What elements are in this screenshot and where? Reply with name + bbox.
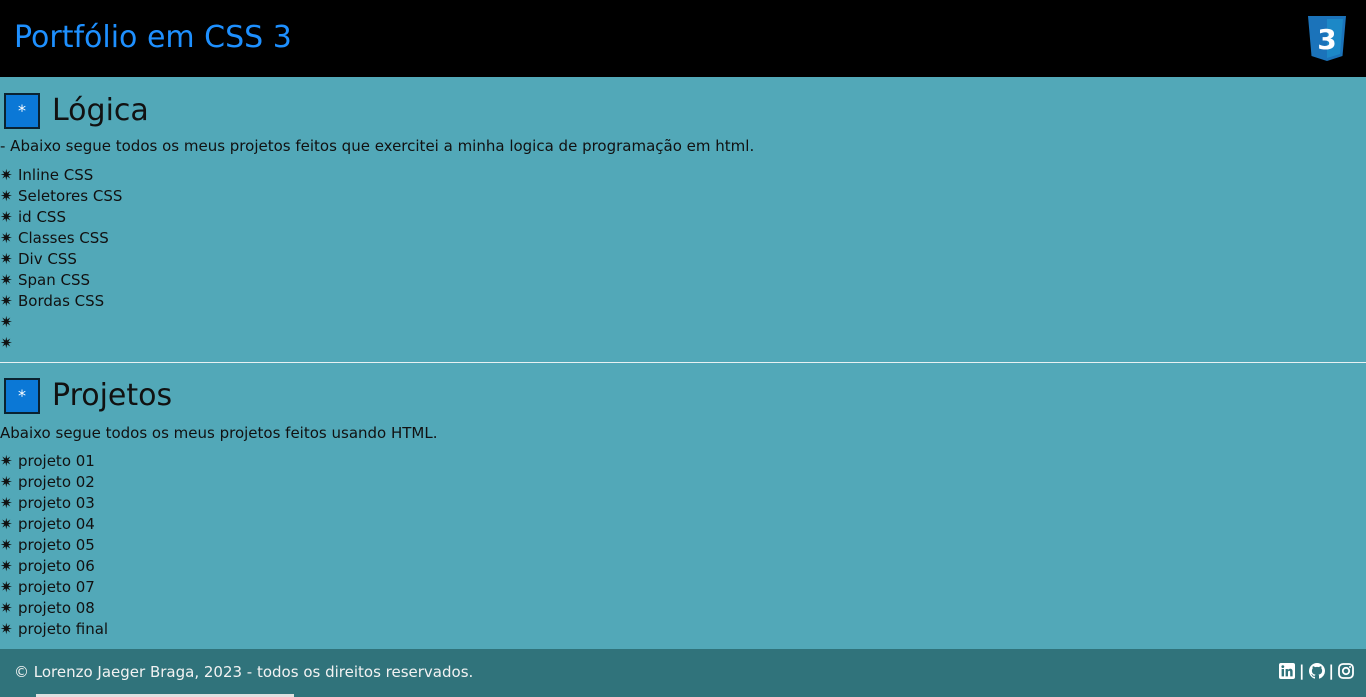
site-footer: © Lorenzo Jaeger Braga, 2023 - todos os … [0, 649, 1366, 697]
list-item[interactable]: ✷ projeto 02 [0, 472, 108, 493]
list-item[interactable]: ✷ Seletores CSS [0, 186, 122, 207]
asterisk-bullet-icon: ✷ [0, 578, 13, 596]
social-links: | | [1279, 662, 1354, 680]
separator: | [1299, 662, 1305, 680]
linkedin-icon[interactable] [1279, 663, 1296, 679]
asterisk-bullet-icon: ✷ [0, 620, 13, 638]
instagram-icon[interactable] [1338, 663, 1354, 679]
list-item[interactable]: ✷ projeto 07 [0, 577, 108, 598]
separator: | [1328, 662, 1334, 680]
list-item[interactable]: ✷ projeto 06 [0, 556, 108, 577]
list-item-label: Inline CSS [18, 166, 94, 184]
star-box-icon: * [4, 93, 40, 129]
asterisk-bullet-icon: ✷ [0, 334, 13, 352]
list-item[interactable]: ✷ id CSS [0, 207, 122, 228]
list-item[interactable]: ✷ Div CSS [0, 249, 122, 270]
list-item-label: projeto 04 [18, 515, 95, 533]
asterisk-bullet-icon: ✷ [0, 452, 13, 470]
list-item-label: Bordas CSS [18, 292, 105, 310]
list-item-label: Div CSS [18, 250, 77, 268]
asterisk-bullet-icon: ✷ [0, 473, 13, 491]
section-title: Projetos [52, 378, 173, 413]
asterisk-bullet-icon: ✷ [0, 166, 13, 184]
list-item[interactable]: ✷ projeto 05 [0, 535, 108, 556]
site-header: Portfólio em CSS 3 3 [0, 0, 1366, 77]
section-heading: * Projetos [4, 376, 172, 416]
asterisk-bullet-icon: ✷ [0, 494, 13, 512]
list-item-label: projeto 05 [18, 536, 95, 554]
css3-icon: 3 [1308, 16, 1346, 61]
list-item[interactable]: ✷ [0, 312, 122, 333]
asterisk-bullet-icon: ✷ [0, 271, 13, 289]
list-item[interactable]: ✷ [0, 333, 122, 354]
list-item[interactable]: ✷ projeto final [0, 619, 108, 640]
list-item[interactable]: ✷ projeto 04 [0, 514, 108, 535]
list-item[interactable]: ✷ projeto 08 [0, 598, 108, 619]
asterisk-bullet-icon: ✷ [0, 187, 13, 205]
list-item-label: projeto 06 [18, 557, 95, 575]
list-item[interactable]: ✷ Bordas CSS [0, 291, 122, 312]
list-item-label: projeto final [18, 620, 109, 638]
asterisk-bullet-icon: ✷ [0, 250, 13, 268]
list-item[interactable]: ✷ projeto 03 [0, 493, 108, 514]
list-item-label: id CSS [18, 208, 66, 226]
page-title: Portfólio em CSS 3 [14, 20, 292, 55]
section-description: Abaixo segue todos os meus projetos feit… [0, 424, 438, 442]
projetos-list: ✷ projeto 01 ✷ projeto 02 ✷ projeto 03 ✷ pro… [0, 451, 108, 640]
list-item[interactable]: ✷ projeto 01 [0, 451, 108, 472]
asterisk-bullet-icon: ✷ [0, 515, 13, 533]
asterisk-bullet-icon: ✷ [0, 229, 13, 247]
main-content: * Lógica - Abaixo segue todos os meus pr… [0, 77, 1366, 649]
asterisk-bullet-icon: ✷ [0, 292, 13, 310]
css3-logo-text: 3 [1317, 23, 1336, 56]
list-item-label: Span CSS [18, 271, 91, 289]
list-item[interactable]: ✷ Inline CSS [0, 165, 122, 186]
list-item-label: Seletores CSS [18, 187, 123, 205]
github-icon[interactable] [1308, 663, 1325, 679]
section-divider [0, 362, 1366, 363]
asterisk-bullet-icon: ✷ [0, 313, 13, 331]
asterisk-bullet-icon: ✷ [0, 536, 13, 554]
star-box-icon: * [4, 378, 40, 414]
list-item-label: Classes CSS [18, 229, 109, 247]
list-item-label: projeto 01 [18, 452, 95, 470]
list-item-label: projeto 02 [18, 473, 95, 491]
copyright-text: © Lorenzo Jaeger Braga, 2023 - todos os … [14, 663, 474, 681]
asterisk-bullet-icon: ✷ [0, 599, 13, 617]
list-item-label: projeto 03 [18, 494, 95, 512]
asterisk-bullet-icon: ✷ [0, 557, 13, 575]
section-title: Lógica [52, 93, 149, 128]
list-item[interactable]: ✷ Classes CSS [0, 228, 122, 249]
asterisk-bullet-icon: ✷ [0, 208, 13, 226]
list-item-label: projeto 07 [18, 578, 95, 596]
section-heading: * Lógica [4, 91, 149, 131]
logica-list: ✷ Inline CSS ✷ Seletores CSS ✷ id CSS ✷ Clas… [0, 165, 122, 354]
list-item[interactable]: ✷ Span CSS [0, 270, 122, 291]
section-description: - Abaixo segue todos os meus projetos fe… [0, 137, 755, 155]
list-item-label: projeto 08 [18, 599, 95, 617]
